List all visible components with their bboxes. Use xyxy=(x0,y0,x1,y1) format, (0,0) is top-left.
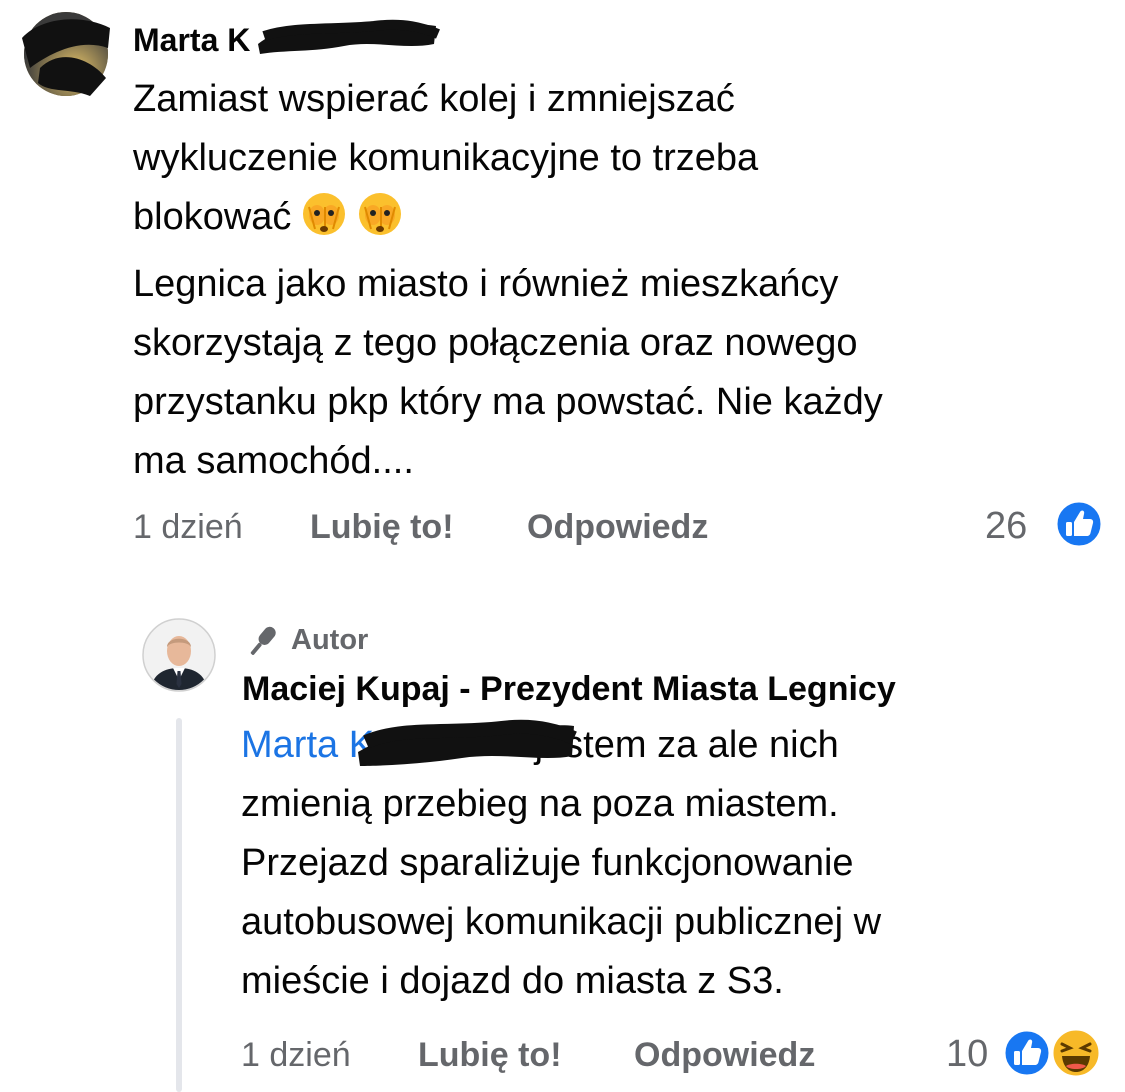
avatar[interactable] xyxy=(142,618,216,692)
avatar[interactable] xyxy=(20,8,112,100)
like-icon xyxy=(1002,1028,1052,1078)
microphone-icon xyxy=(250,626,276,655)
comment-line: przystanku pkp który ma powstać. Nie każ… xyxy=(133,381,883,423)
haha-icon xyxy=(1050,1027,1102,1079)
reply-author-name[interactable]: Maciej Kupaj - Prezydent Miasta Legnicy xyxy=(242,670,896,709)
comment-line: Legnica jako miasto i również mieszkańcy xyxy=(133,263,839,305)
reaction-icons[interactable] xyxy=(1000,1026,1104,1080)
like-icon[interactable] xyxy=(1053,498,1105,550)
reply-button[interactable]: Odpowiedz xyxy=(634,1036,815,1075)
comment-line: wykluczenie komunikacyjne to trzeba xyxy=(133,137,759,179)
thread-line xyxy=(176,718,182,1092)
like-button[interactable]: Lubię to! xyxy=(418,1036,562,1075)
author-badge: Autor xyxy=(291,624,369,656)
reaction-count[interactable]: 10 xyxy=(946,1033,988,1076)
comment-line: Zamiast wspierać kolej i zmniejszać xyxy=(133,78,735,120)
see-no-evil-face-icon xyxy=(301,191,347,255)
comment-line: skorzystają z tego połączenia oraz noweg… xyxy=(133,322,858,364)
comment-line-text: blokować xyxy=(133,196,292,238)
like-button[interactable]: Lubię to! xyxy=(310,508,454,547)
reply-button[interactable]: Odpowiedz xyxy=(527,508,708,547)
reply-line-text: jestem za ale nich xyxy=(534,724,839,766)
comment-timestamp[interactable]: 1 dzień xyxy=(133,508,243,547)
redaction-scribble xyxy=(258,19,440,54)
reply-line: autobusowej komunikacji publicznej w xyxy=(241,901,882,943)
comment-line: ma samochód.... xyxy=(133,440,414,482)
see-no-evil-face-icon xyxy=(357,191,403,255)
reply-line: mieście i dojazd do miasta z S3. xyxy=(241,960,784,1002)
reaction-count[interactable]: 26 xyxy=(985,505,1027,548)
comment-line: blokować xyxy=(133,188,883,255)
reply-line: Przejazd sparaliżuje funkcjonowanie xyxy=(241,842,854,884)
comment-author-name[interactable]: Marta K xyxy=(133,22,250,59)
reply-timestamp[interactable]: 1 dzień xyxy=(241,1036,351,1075)
redaction-scribble xyxy=(358,719,577,766)
reply-line: zmienią przebieg na poza miastem. xyxy=(241,783,839,825)
comment-body: Zamiast wspierać kolej i zmniejszać wykl… xyxy=(133,70,883,491)
